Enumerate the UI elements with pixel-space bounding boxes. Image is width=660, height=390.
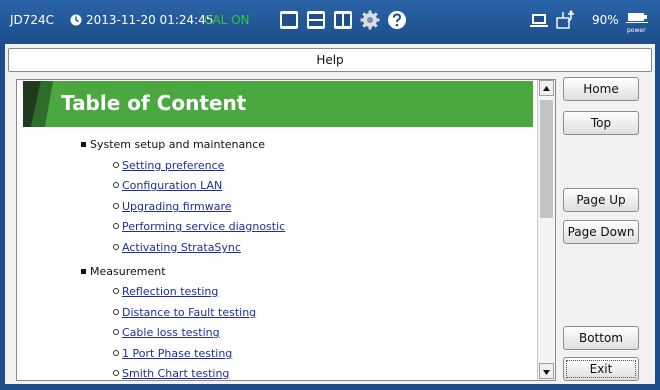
split-vertical-icon[interactable] <box>333 10 353 30</box>
link-smith-chart-testing[interactable]: Smith Chart testing <box>122 367 229 380</box>
toc-link[interactable]: Performing service diagnostic <box>113 220 285 233</box>
toc-link[interactable]: Setting preference <box>113 159 224 172</box>
clock-icon <box>70 14 82 26</box>
link-upgrading-firmware[interactable]: Upgrading firmware <box>122 200 232 213</box>
toc-link[interactable]: Activating StrataSync <box>113 241 241 254</box>
scroll-up-button[interactable] <box>539 80 554 96</box>
split-horizontal-icon[interactable] <box>306 10 326 30</box>
circle-bullet-icon <box>113 350 119 356</box>
help-window: Help Table of Content System setup and m… <box>5 44 655 384</box>
help-content: Table of Content System setup and mainte… <box>17 80 537 380</box>
usb-icon <box>556 10 574 29</box>
link-dtf-testing[interactable]: Distance to Fault testing <box>122 306 256 319</box>
status-bar: JD724C 2013-11-20 01:24:45 CAL ON 90% po… <box>0 0 660 40</box>
toc-link[interactable]: Smith Chart testing <box>113 367 229 380</box>
circle-bullet-icon <box>113 182 119 188</box>
device-model: JD724C <box>10 13 55 27</box>
link-activating-stratasync[interactable]: Activating StrataSync <box>122 241 241 254</box>
circle-bullet-icon <box>113 370 119 376</box>
circle-bullet-icon <box>113 203 119 209</box>
power-label: power <box>627 27 646 34</box>
cal-status: CAL ON <box>204 13 250 27</box>
circle-bullet-icon <box>113 223 119 229</box>
toc-link[interactable]: Reflection testing <box>113 285 218 298</box>
circle-bullet-icon <box>113 162 119 168</box>
toc-link[interactable]: 1 Port Phase testing <box>113 347 232 360</box>
bottom-button[interactable]: Bottom <box>563 326 639 350</box>
link-1-port-phase-testing[interactable]: 1 Port Phase testing <box>122 347 232 360</box>
circle-bullet-icon <box>113 309 119 315</box>
battery-percent: 90% <box>592 13 619 27</box>
link-configuration-lan[interactable]: Configuration LAN <box>122 179 222 192</box>
link-reflection-testing[interactable]: Reflection testing <box>122 285 218 298</box>
circle-bullet-icon <box>113 244 119 250</box>
datetime: 2013-11-20 01:24:45 <box>86 13 214 27</box>
link-setting-preference[interactable]: Setting preference <box>122 159 224 172</box>
circle-bullet-icon <box>113 329 119 335</box>
toc-link[interactable]: Configuration LAN <box>113 179 222 192</box>
toc-link[interactable]: Upgrading firmware <box>113 200 232 213</box>
help-icon[interactable] <box>387 10 407 30</box>
arrow-down-icon <box>543 370 550 375</box>
scroll-down-button[interactable] <box>539 363 554 379</box>
help-viewer[interactable]: Table of Content System setup and mainte… <box>16 79 556 381</box>
arrow-up-icon <box>543 86 550 91</box>
help-title-bar: Help <box>8 48 652 72</box>
section-system-setup: System setup and maintenance <box>81 138 265 151</box>
page-up-button[interactable]: Page Up <box>563 188 639 212</box>
toc-link[interactable]: Distance to Fault testing <box>113 306 256 319</box>
section-measurement: Measurement <box>81 265 166 278</box>
scroll-thumb[interactable] <box>540 100 553 218</box>
toc-heading: Table of Content <box>61 91 247 115</box>
square-bullet-icon <box>81 142 86 147</box>
circle-bullet-icon <box>113 288 119 294</box>
settings-gear-icon[interactable] <box>360 10 380 30</box>
home-button[interactable]: Home <box>563 77 639 101</box>
page-down-button[interactable]: Page Down <box>563 220 639 244</box>
link-service-diagnostic[interactable]: Performing service diagnostic <box>122 220 285 233</box>
screen-icon <box>530 14 548 27</box>
top-button[interactable]: Top <box>563 111 639 135</box>
exit-button[interactable]: Exit <box>563 357 639 381</box>
toc-link[interactable]: Cable loss testing <box>113 326 220 339</box>
link-cable-loss-testing[interactable]: Cable loss testing <box>122 326 220 339</box>
vertical-scrollbar[interactable] <box>537 80 555 380</box>
single-view-icon[interactable] <box>279 10 299 30</box>
square-bullet-icon <box>81 269 86 274</box>
